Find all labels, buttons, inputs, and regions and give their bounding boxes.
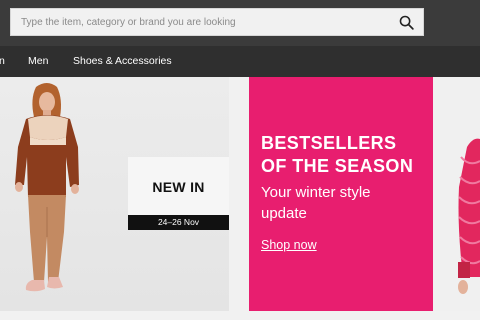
nav-item-women[interactable]: n [0,46,5,77]
search-input[interactable] [21,9,391,35]
top-bar [0,0,480,46]
new-in-banner[interactable]: NEW IN 24–26 Nov [0,77,229,311]
shop-now-link[interactable]: Shop now [261,238,317,252]
model-photo-partial [458,138,480,294]
nav-item-shoes-accessories[interactable]: Shoes & Accessories [73,46,172,77]
search-icon[interactable] [398,14,415,31]
nav-item-men[interactable]: Men [28,46,48,77]
promo-subtitle-line-2: update [261,205,307,222]
date-strip: 24–26 Nov [128,215,229,230]
search-bar [10,8,424,36]
promo-subtitle: Your winter style update [261,182,421,224]
next-banner-peek[interactable] [433,77,480,311]
new-in-title: NEW IN [152,179,205,195]
category-nav: n Men Shoes & Accessories [0,46,480,77]
promo-title: BESTSELLERS OF THE SEASON [261,132,433,178]
bestsellers-banner[interactable]: BESTSELLERS OF THE SEASON Your winter st… [249,77,433,311]
promo-subtitle-line-1: Your winter style [261,184,371,201]
promo-title-line-2: OF THE SEASON [261,156,414,176]
promo-title-line-1: BESTSELLERS [261,133,397,153]
new-in-card: NEW IN [128,157,229,215]
